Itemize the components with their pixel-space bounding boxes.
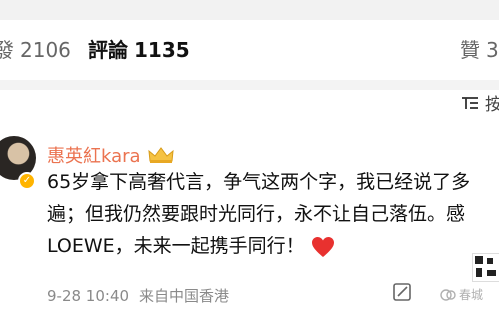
crown-icon xyxy=(147,147,174,163)
watermark-text: 春城 xyxy=(459,288,484,302)
tab-comments[interactable]: 評論 1135 xyxy=(88,34,190,63)
username-text: 惠英紅kara xyxy=(47,146,141,167)
tab-reposts[interactable]: 發 2106 xyxy=(0,34,71,63)
comment-line-3-text: LOEWE，未来一起携手同行！ xyxy=(47,235,305,257)
sort-label: 按 xyxy=(485,95,499,115)
comment-username[interactable]: 惠英紅kara xyxy=(47,142,175,168)
tab-bar: 發 2106 評論 1135 贊3 xyxy=(0,20,499,90)
comment-line-3: LOEWE，未来一起携手同行！ xyxy=(47,230,499,262)
tab-comments-label: 評論 xyxy=(88,38,128,62)
tab-reposts-label: 發 xyxy=(0,38,14,62)
sort-icon xyxy=(462,96,478,109)
comment-line-1: 65岁拿下高奢代言，争气这两个字，我已经说了多 xyxy=(47,171,471,193)
tab-comments-count: 1135 xyxy=(134,38,190,62)
comment-timestamp: 9-28 10:40 xyxy=(47,287,130,305)
sort-button[interactable]: 按 xyxy=(461,90,499,115)
comment-line-2: 遍；但我仍然要跟时光同行，永不让自己落伍。感 xyxy=(47,203,466,225)
tab-reposts-count: 2106 xyxy=(20,38,71,62)
tab-likes-label: 贊 xyxy=(460,38,480,62)
comment-text: 65岁拿下高奢代言，争气这两个字，我已经说了多 遍；但我仍然要跟时光同行，永不让… xyxy=(47,166,499,262)
qr-code-fragment xyxy=(472,253,499,282)
share-icon[interactable] xyxy=(392,282,412,302)
comment-meta: 9-28 10:40 来自中国香港 xyxy=(47,285,229,306)
verified-badge-icon: ✓ xyxy=(18,172,36,190)
comment-section: 按 ✓ 惠英紅kara 65岁拿下高奢代言，争气这两个字，我已经说了多 遍；但我… xyxy=(0,90,499,320)
comment-location: 来自中国香港 xyxy=(139,287,230,305)
watermark: 春城 xyxy=(440,286,483,303)
tab-likes[interactable]: 贊3 xyxy=(460,34,499,63)
heart-emoji-icon xyxy=(311,236,334,257)
top-gray-strip xyxy=(0,0,499,20)
tab-likes-count: 3 xyxy=(486,38,499,62)
section-divider xyxy=(0,80,499,90)
watermark-icon xyxy=(440,288,456,301)
